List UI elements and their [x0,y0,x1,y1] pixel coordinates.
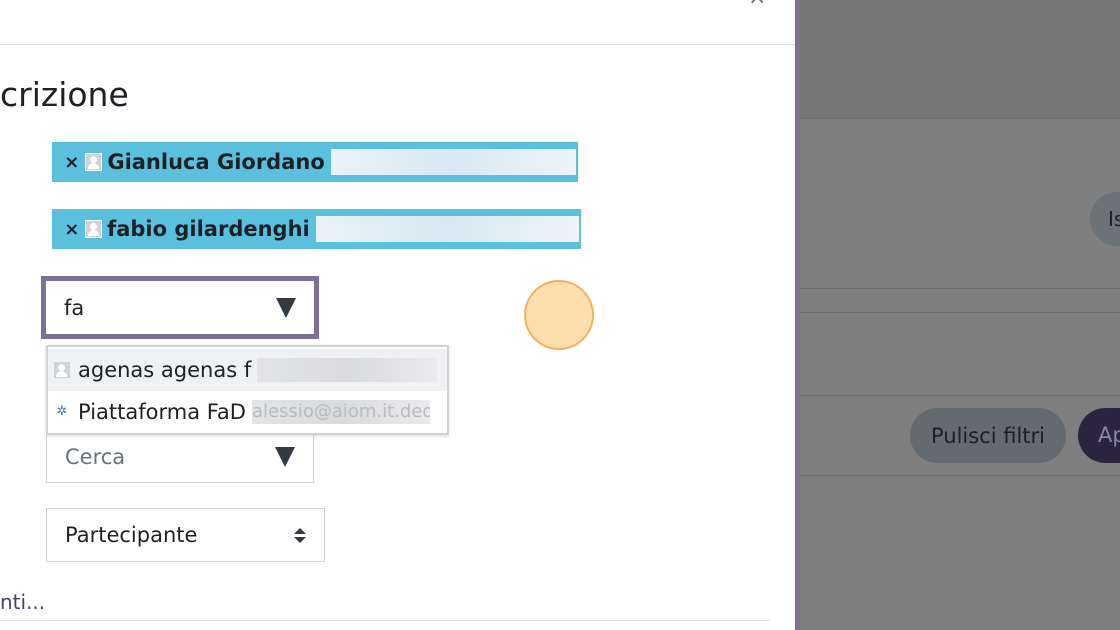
remove-icon[interactable]: × [62,152,82,173]
user-search-value: fa [64,295,85,320]
clear-filters-button[interactable]: Pulisci filtri [910,408,1066,463]
close-icon[interactable]: × [748,0,766,10]
user-avatar-icon [54,362,70,378]
redacted-email [257,358,438,382]
remove-icon[interactable]: × [62,219,82,240]
cohort-search-placeholder: Cerca [65,444,126,469]
selected-user-chip: × Gianluca Giordano [52,142,578,182]
selected-user-name: fabio gilardenghi [107,217,310,241]
backdrop-header [800,0,1120,118]
backdrop-divider [800,288,1120,289]
suggestion-item[interactable]: agenas agenas f [48,349,447,391]
dropdown-arrow-icon[interactable] [276,297,296,318]
selected-user-chip: × fabio gilardenghi [52,209,581,249]
backdrop-divider [800,118,1120,119]
user-avatar-icon [84,220,103,238]
user-avatar-icon [84,153,103,171]
role-select[interactable]: Partecipante [46,508,325,562]
suggestion-name: agenas agenas f [78,358,252,382]
select-arrows-icon [294,527,306,543]
show-more-link[interactable]: nti... [0,590,45,614]
enrol-users-modal: × crizione × Gianluca Giordano × fabio g… [0,0,795,630]
suggestion-item[interactable]: ✲ Piattaforma FaD alessio@aiom.it.ded [48,391,447,433]
dropdown-arrow-icon[interactable] [275,446,295,467]
platform-logo-icon: ✲ [56,404,68,419]
user-suggestions-list: agenas agenas f ✲ Piattaforma FaD alessi… [46,345,449,435]
selected-user-name: Gianluca Giordano [107,150,325,174]
cursor-highlight [524,280,594,350]
user-search-input[interactable]: fa [41,276,319,339]
suggestion-name: Piattaforma FaD [78,400,246,424]
backdrop-divider [800,475,1120,476]
redacted-email [330,149,577,175]
role-select-value: Partecipante [65,523,198,547]
backdrop-divider [800,312,1120,313]
cohort-search-input[interactable]: Cerca [46,430,314,483]
modal-footer-divider [0,620,770,621]
modal-title: crizione [0,75,129,114]
redacted-email [315,216,579,242]
modal-header-divider [0,44,795,45]
backdrop-divider [800,395,1120,396]
redacted-email: alessio@aiom.it.ded [251,400,430,424]
